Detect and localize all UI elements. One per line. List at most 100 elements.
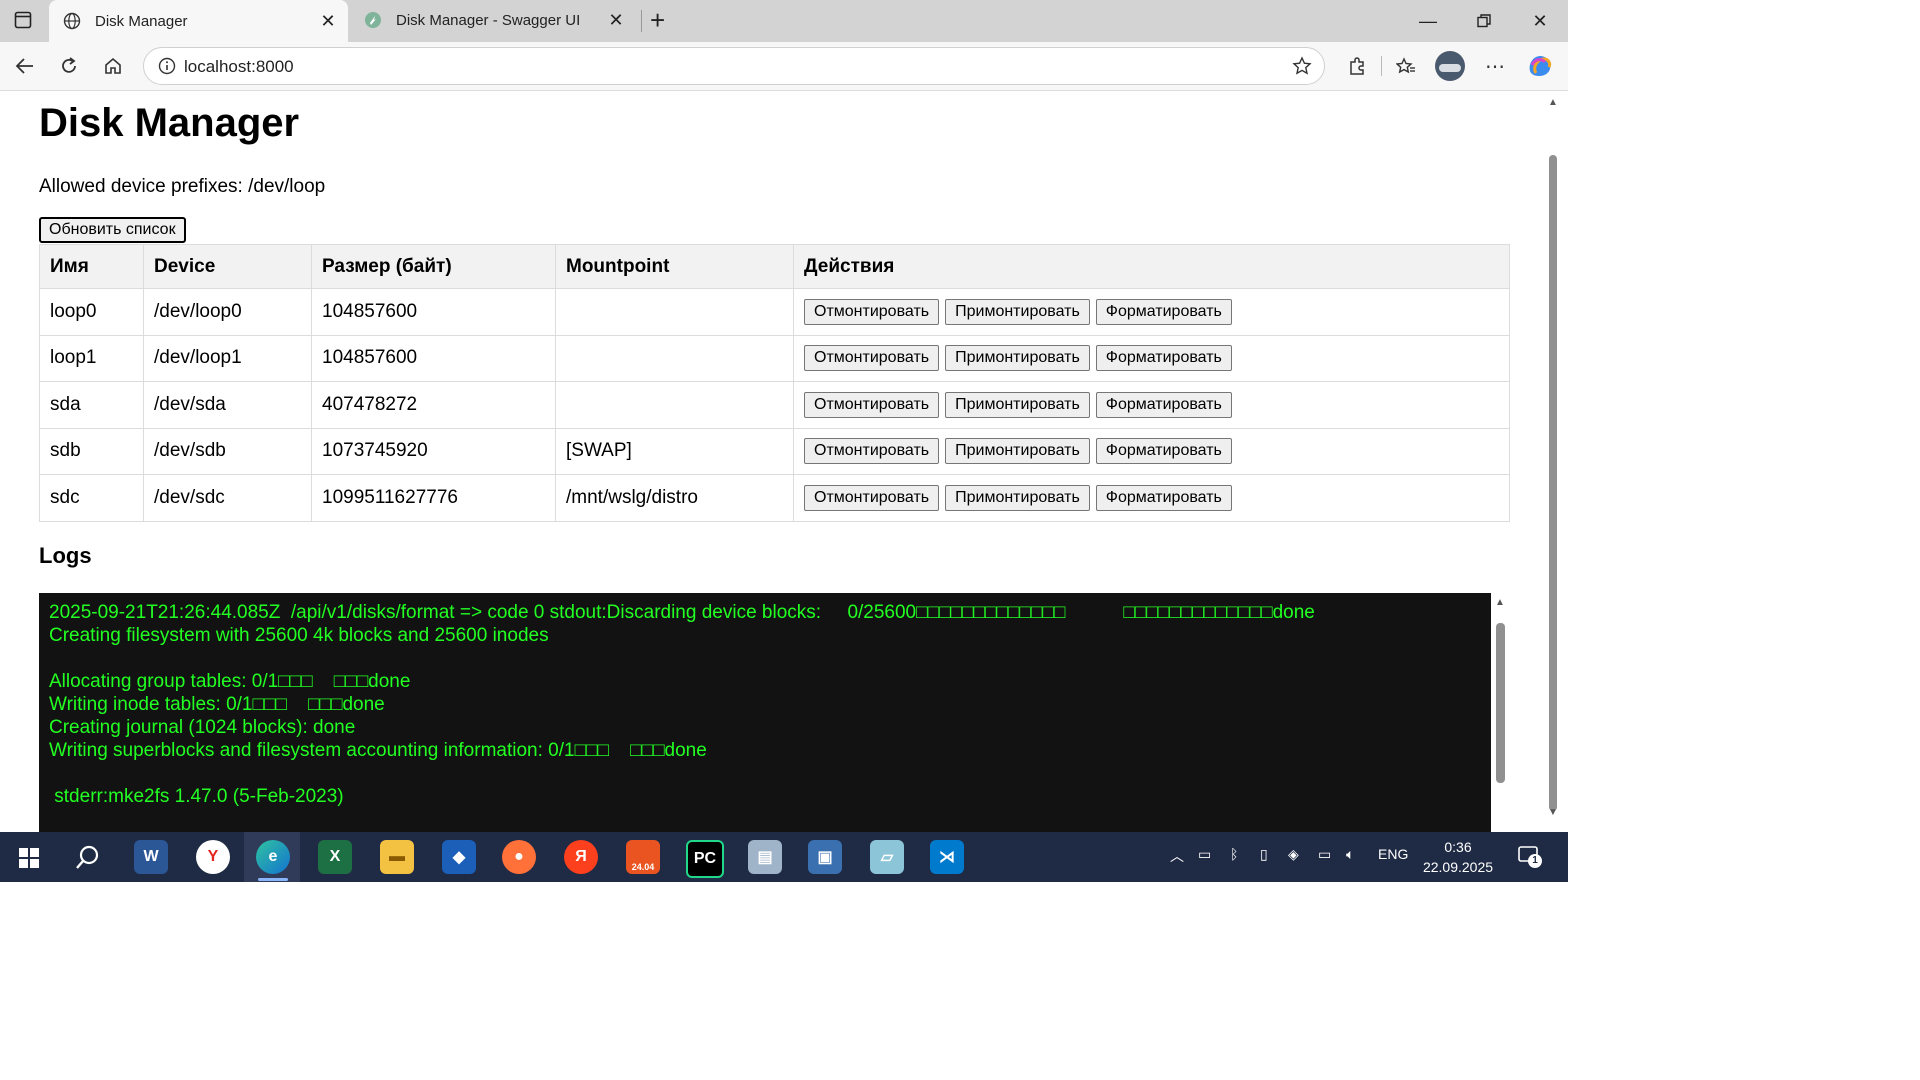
unmount-button[interactable]: Отмонтировать (804, 438, 940, 465)
logs-scrollbar[interactable]: ▲ (1491, 593, 1510, 832)
unmount-button[interactable]: Отмонтировать (804, 345, 940, 372)
unmount-button[interactable]: Отмонтировать (804, 391, 940, 418)
unmount-button[interactable]: Отмонтировать (804, 484, 940, 511)
page-scroll-thumb[interactable] (1549, 155, 1557, 811)
volume-icon[interactable]: 🔈︎ (1346, 846, 1354, 863)
table-header-row: Имя Device Размер (байт) Mountpoint Дейс… (39, 244, 1510, 289)
network-icon[interactable]: ▭ (1318, 846, 1331, 863)
format-button[interactable]: Форматировать (1095, 298, 1232, 325)
usb-drive-icon[interactable]: ▯ (1260, 846, 1268, 863)
mount-button[interactable]: Примонтировать (945, 298, 1090, 325)
tab-disk-manager[interactable]: Disk Manager ✕ (49, 0, 348, 42)
cell-size: 104857600 (311, 288, 556, 336)
cell-mountpoint: /mnt/wslg/distro (555, 474, 794, 522)
reload-icon[interactable] (52, 50, 86, 82)
logs-heading: Logs (39, 543, 92, 568)
mount-button[interactable]: Примонтировать (945, 345, 1090, 372)
security-icon[interactable]: ◈ (1288, 846, 1299, 863)
cell-actions: Отмонтировать Примонтировать Форматировать (793, 381, 1510, 429)
cell-device: /dev/sdc (143, 474, 312, 522)
favorites-icon[interactable] (1389, 50, 1423, 82)
favorite-star-icon[interactable] (1292, 56, 1312, 81)
scroll-up-arrow-icon[interactable]: ▲ (1548, 97, 1558, 108)
firefox-icon[interactable]: ● (502, 840, 536, 874)
notifications-icon[interactable]: 1 (1518, 846, 1542, 873)
excel-icon[interactable]: X (318, 840, 352, 874)
logs-scroll-thumb[interactable] (1496, 623, 1505, 783)
unmount-button[interactable]: Отмонтировать (804, 298, 940, 325)
allowed-prefixes-text: Allowed device prefixes: /dev/loop (39, 176, 326, 197)
search-icon[interactable] (75, 844, 101, 875)
format-button[interactable]: Форматировать (1095, 484, 1232, 511)
address-bar[interactable]: localhost:8000 (143, 47, 1325, 85)
cell-size: 407478272 (311, 381, 556, 429)
new-tab-icon[interactable]: + (650, 5, 665, 36)
toolbar-divider (1381, 56, 1382, 76)
scroll-down-arrow-icon[interactable]: ▼ (1548, 807, 1558, 818)
cell-device: /dev/loop0 (143, 288, 312, 336)
cell-mountpoint (555, 381, 794, 429)
scroll-up-arrow-icon[interactable]: ▲ (1495, 597, 1505, 608)
url-text: localhost:8000 (184, 57, 294, 76)
restore-icon[interactable] (1456, 0, 1512, 42)
pycharm-icon[interactable]: PC (686, 840, 724, 878)
back-icon[interactable] (8, 50, 42, 82)
cell-name: loop0 (39, 288, 144, 336)
profile-avatar[interactable] (1435, 51, 1465, 81)
tab-swagger-ui[interactable]: Disk Manager - Swagger UI ✕ (350, 0, 636, 40)
bluetooth-icon[interactable]: ᛒ (1230, 846, 1238, 862)
refresh-list-button[interactable]: Обновить список (39, 217, 186, 243)
table-row: sda /dev/sda 407478272 Отмонтировать Прим… (39, 381, 1510, 429)
format-button[interactable]: Форматировать (1095, 391, 1232, 418)
close-window-icon[interactable]: ✕ (1512, 0, 1568, 42)
extensions-icon[interactable] (1340, 50, 1374, 82)
network-monitor-icon[interactable]: ▤ (748, 840, 782, 874)
word-icon[interactable]: W (134, 840, 168, 874)
format-button[interactable]: Форматировать (1095, 345, 1232, 372)
notes-app-icon[interactable]: ▱ (870, 840, 904, 874)
cell-size: 1099511627776 (311, 474, 556, 522)
site-info-icon[interactable] (158, 57, 176, 80)
mount-button[interactable]: Примонтировать (945, 391, 1090, 418)
yandex-icon[interactable]: Я (564, 840, 598, 874)
clock[interactable]: 0:36 22.09.2025 (1418, 837, 1498, 877)
more-menu-icon[interactable]: ⋯ (1478, 50, 1512, 82)
shield-icon[interactable]: ◆ (442, 840, 476, 874)
close-tab-icon[interactable]: ✕ (318, 11, 338, 32)
yandex-browser-icon[interactable]: Y (196, 840, 230, 874)
cell-name: loop1 (39, 334, 144, 382)
edge-icon[interactable]: e (256, 840, 290, 874)
column-header-size: Размер (байт) (311, 244, 556, 289)
column-header-name: Имя (39, 244, 144, 289)
logs-output[interactable]: 2025-09-21T21:26:44.085Z /api/v1/disks/f… (39, 593, 1491, 832)
cell-device: /dev/loop1 (143, 334, 312, 382)
tab-title: Disk Manager (95, 12, 188, 30)
copilot-icon[interactable] (1526, 53, 1554, 79)
mount-button[interactable]: Примонтировать (945, 438, 1090, 465)
clock-time: 0:36 (1444, 839, 1472, 855)
cell-name: sdb (39, 427, 144, 475)
remote-desktop-icon[interactable]: ▣ (808, 840, 842, 874)
nav-bar: localhost:8000 ⋯ (0, 42, 1568, 91)
ubuntu-icon[interactable]: 24.04 (626, 840, 660, 874)
vscode-icon[interactable]: ⋊ (930, 840, 964, 874)
home-icon[interactable] (96, 50, 130, 82)
cell-actions: Отмонтировать Примонтировать Форматировать (793, 334, 1510, 382)
start-windows-icon[interactable] (19, 848, 39, 873)
globe-icon (63, 12, 81, 30)
cell-size: 1073745920 (311, 427, 556, 475)
mount-button[interactable]: Примонтировать (945, 484, 1090, 511)
language-indicator[interactable]: ENG (1378, 846, 1408, 862)
format-button[interactable]: Форматировать (1095, 438, 1232, 465)
tab-actions-icon[interactable] (14, 11, 32, 29)
tab-divider (641, 10, 642, 32)
chevron-up-icon[interactable]: ︿ (1170, 846, 1184, 866)
close-tab-icon[interactable]: ✕ (606, 10, 626, 31)
minimize-icon[interactable]: — (1400, 0, 1456, 42)
table-row: loop1 /dev/loop1 104857600 Отмонтировать… (39, 334, 1510, 382)
cell-device: /dev/sda (143, 381, 312, 429)
cell-actions: Отмонтировать Примонтировать Форматировать (793, 288, 1510, 336)
battery-icon[interactable]: ▭ (1198, 846, 1211, 863)
page-scrollbar[interactable]: ▲ ▼ (1546, 91, 1568, 832)
file-explorer-icon[interactable]: ▬ (380, 840, 414, 874)
